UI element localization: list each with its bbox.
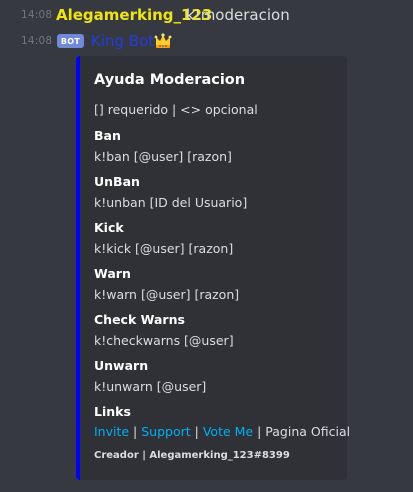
- embed-title: Ayuda Moderacion: [94, 72, 246, 88]
- invite-link[interactable]: Invite: [94, 424, 129, 439]
- field-name-ban: Ban: [94, 128, 121, 143]
- field-value-ban: k!ban [@user] [razon]: [94, 149, 232, 164]
- crown-icon: [154, 33, 172, 48]
- field-value-unwarn: k!unwarn [@user]: [94, 379, 207, 394]
- field-value-warn: k!warn [@user] [razon]: [94, 287, 240, 302]
- official-page-text: Pagina Oficial: [265, 424, 351, 439]
- vote-me-link[interactable]: Vote Me: [203, 424, 253, 439]
- chat-area: 14:08 Alegamerking_123 k!moderacion 14:0…: [0, 0, 413, 492]
- field-name-unban: UnBan: [94, 174, 140, 189]
- help-embed: Ayuda Moderacion [] requerido | <> opcio…: [76, 56, 350, 480]
- bot-tag-badge: BOT: [57, 34, 84, 48]
- embed-footer: Creador | Alegamerking_123#8399: [94, 450, 290, 461]
- message-bot: 14:08 BOT King Bot: [0, 30, 413, 52]
- link-separator: |: [253, 424, 266, 439]
- field-value-kick: k!kick [@user] [razon]: [94, 241, 234, 256]
- support-link[interactable]: Support: [141, 424, 190, 439]
- field-name-check-warns: Check Warns: [94, 312, 185, 327]
- links-row: Invite | Support | Vote Me | Pagina Ofic…: [94, 424, 350, 439]
- field-name-links: Links: [94, 404, 131, 419]
- bot-author[interactable]: King Bot: [91, 32, 154, 50]
- field-name-unwarn: Unwarn: [94, 358, 149, 373]
- message-timestamp: 14:08: [21, 35, 53, 47]
- message-user: 14:08 Alegamerking_123 k!moderacion: [0, 4, 413, 26]
- link-separator: |: [129, 424, 142, 439]
- message-content: k!moderacion: [186, 6, 290, 24]
- link-separator: |: [190, 424, 203, 439]
- message-timestamp: 14:08: [21, 9, 53, 21]
- embed-legend: [] requerido | <> opcional: [94, 102, 258, 117]
- field-name-warn: Warn: [94, 266, 131, 281]
- field-value-check-warns: k!checkwarns [@user]: [94, 333, 234, 348]
- field-name-kick: Kick: [94, 220, 124, 235]
- field-value-unban: k!unban [ID del Usuario]: [94, 195, 248, 210]
